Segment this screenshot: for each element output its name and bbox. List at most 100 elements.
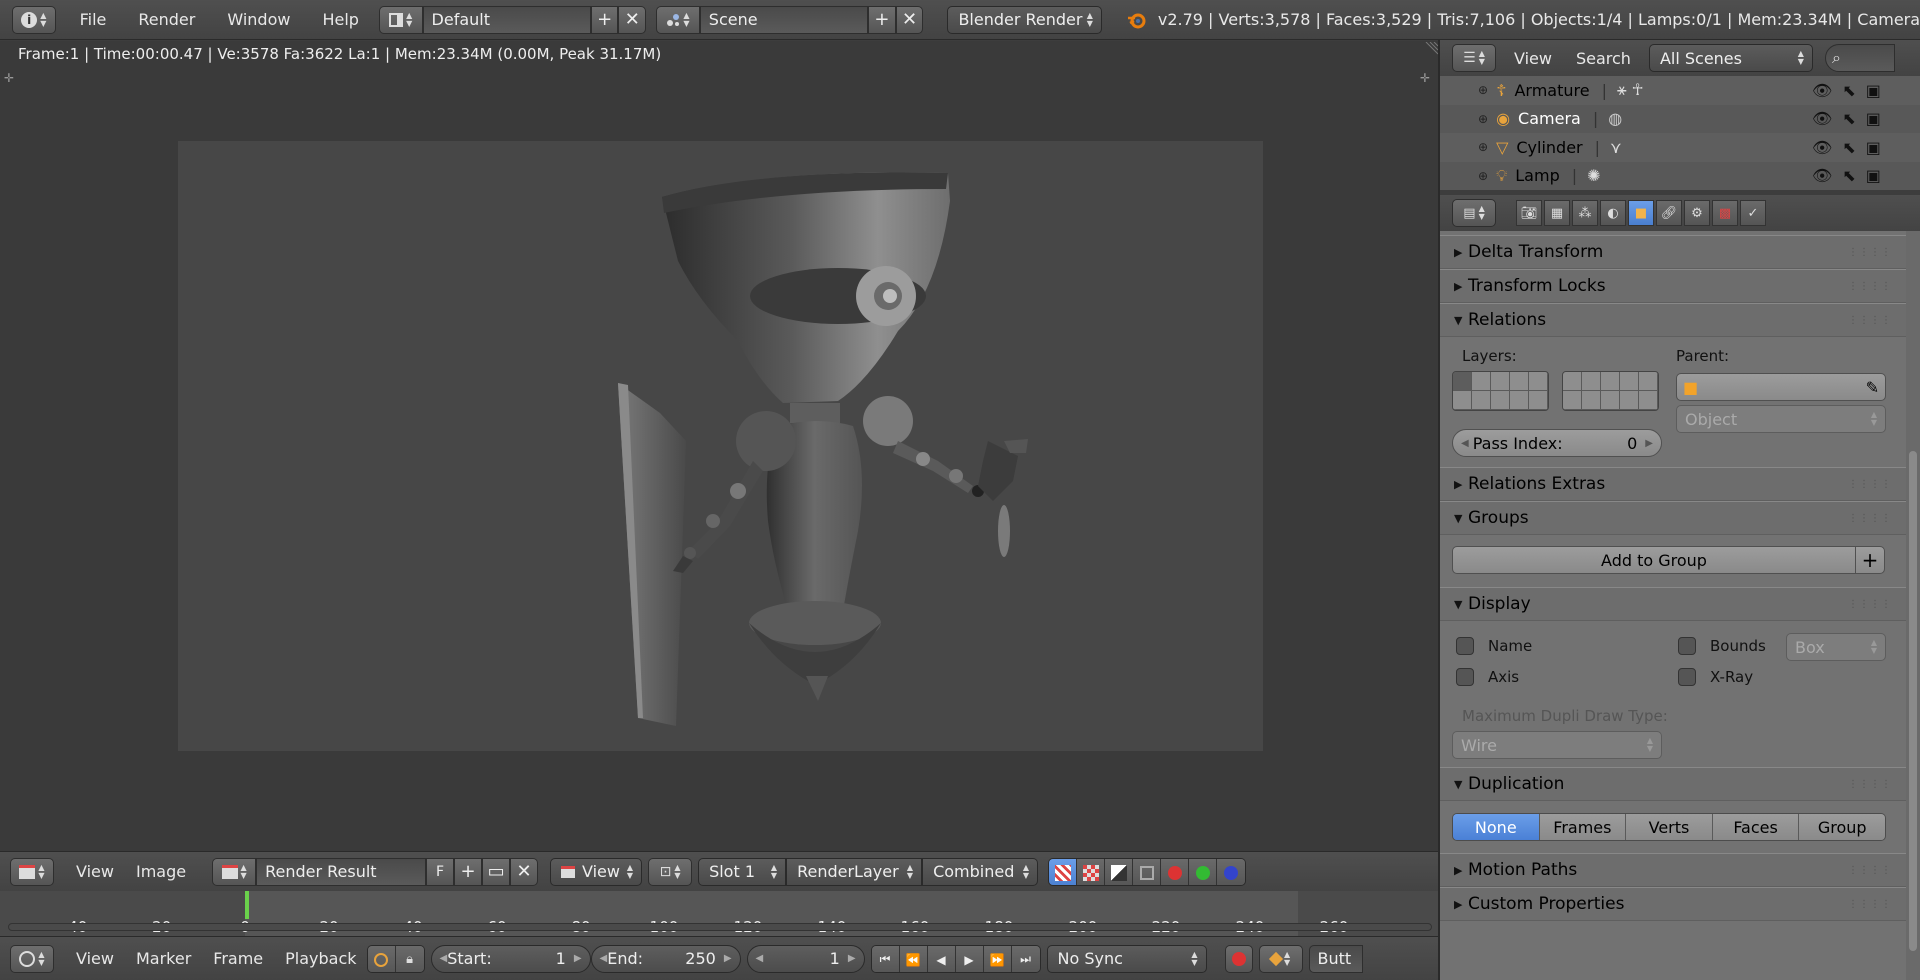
sync-mode-dropdown[interactable]: No Sync ▲ ▼: [1046, 944, 1207, 973]
panel-display[interactable]: ▼ Display ⋮⋮⋮⋮: [1440, 587, 1906, 621]
jump-end-button[interactable]: ⏭: [1011, 945, 1040, 972]
render-camera-icon[interactable]: ▣: [1866, 109, 1881, 128]
menu-playback[interactable]: Playback: [285, 949, 360, 968]
timeline-area[interactable]: -40 -20 0 20 40 60 80 100 120 140 160 18…: [0, 891, 1438, 936]
editor-type-button[interactable]: ▤ ▲ ▼: [1452, 199, 1496, 227]
outliner-item-label[interactable]: Camera: [1518, 109, 1581, 128]
tab-modifiers[interactable]: ⚙: [1684, 200, 1710, 226]
eyedropper-icon[interactable]: ✎: [1866, 378, 1879, 397]
cursor-icon[interactable]: ⬉: [1842, 166, 1855, 185]
add-to-group-button[interactable]: Add to Group: [1452, 546, 1856, 574]
current-frame-field[interactable]: ◀ 1 ▶: [746, 944, 865, 973]
cursor-icon[interactable]: ⬉: [1842, 109, 1855, 128]
render-camera-icon[interactable]: ▣: [1866, 166, 1881, 185]
axis-checkbox-row[interactable]: Axis: [1456, 668, 1519, 686]
grip-icon[interactable]: ⋮⋮⋮⋮: [1848, 315, 1892, 326]
render-camera-icon[interactable]: ▣: [1866, 81, 1881, 100]
play-button[interactable]: ▶: [955, 945, 984, 972]
preview-range-button[interactable]: [367, 945, 396, 972]
axis-checkbox[interactable]: [1456, 668, 1474, 686]
lock-range-button[interactable]: 🔒︎: [395, 945, 424, 972]
start-frame-field[interactable]: ◀ Start: 1 ▶: [430, 944, 591, 973]
menu-window[interactable]: Window: [211, 10, 306, 29]
jump-start-button[interactable]: ⏮: [871, 945, 900, 972]
screen-layout-name[interactable]: Default: [422, 5, 591, 34]
name-checkbox-row[interactable]: Name: [1456, 637, 1532, 655]
play-reverse-button[interactable]: ◀: [927, 945, 956, 972]
fake-user-button[interactable]: F: [426, 857, 455, 886]
panel-custom-properties[interactable]: ▶ Custom Properties ⋮⋮⋮⋮: [1440, 887, 1906, 921]
tab-world[interactable]: ◐: [1600, 200, 1626, 226]
tab-scene[interactable]: ⁂: [1572, 200, 1598, 226]
next-keyframe-button[interactable]: ⏩: [983, 945, 1012, 972]
area-corner-hatch-icon[interactable]: [1424, 41, 1439, 55]
new-image-button[interactable]: +: [454, 857, 483, 886]
remove-scene-button[interactable]: ✕: [895, 5, 924, 34]
menu-help[interactable]: Help: [306, 10, 374, 29]
dupli-none-button[interactable]: None: [1453, 814, 1540, 840]
grip-icon[interactable]: ⋮⋮⋮⋮: [1848, 479, 1892, 490]
expand-icon[interactable]: ⊕: [1478, 83, 1488, 97]
timeline-scrollbar[interactable]: [8, 923, 1432, 931]
editor-type-button[interactable]: ☰ ▲ ▼: [1452, 44, 1496, 72]
area-split-corner-icon[interactable]: ✛: [1420, 71, 1430, 85]
end-frame-field[interactable]: ◀ End: 250 ▶: [590, 944, 741, 973]
menu-image[interactable]: Image: [136, 862, 202, 881]
pass-index-field[interactable]: ◀ Pass Index: 0 ▶: [1452, 429, 1662, 457]
grip-icon[interactable]: ⋮⋮⋮⋮: [1848, 865, 1892, 876]
menu-render[interactable]: Render: [122, 10, 211, 29]
panel-duplication[interactable]: ▼ Duplication ⋮⋮⋮⋮: [1440, 767, 1906, 801]
outliner-item-label[interactable]: Cylinder: [1516, 138, 1582, 157]
outliner-item-label[interactable]: Lamp: [1515, 166, 1559, 185]
dupli-faces-button[interactable]: Faces: [1712, 814, 1800, 840]
menu-view[interactable]: View: [60, 862, 130, 881]
bounds-checkbox[interactable]: [1678, 637, 1696, 655]
bounds-checkbox-row[interactable]: Bounds: [1678, 637, 1766, 655]
green-channel-button[interactable]: [1189, 858, 1218, 885]
render-pass-dropdown[interactable]: Combined ▲ ▼: [922, 857, 1039, 886]
grip-icon[interactable]: ⋮⋮⋮⋮: [1848, 281, 1892, 292]
eye-icon[interactable]: 👁︎: [1812, 166, 1832, 185]
xray-checkbox[interactable]: [1678, 668, 1696, 686]
slot-dropdown[interactable]: Slot 1 ▲ ▼: [698, 857, 787, 886]
menu-frame[interactable]: Frame: [213, 949, 279, 968]
outliner-item-lamp[interactable]: ⊕ 💡︎ Lamp | ✺ 👁︎ ⬉ ▣: [1440, 161, 1920, 190]
outliner-filter-dropdown[interactable]: All Scenes ▲ ▼: [1648, 44, 1813, 72]
render-engine-dropdown[interactable]: Blender Render ▲ ▼: [947, 5, 1102, 34]
editor-type-button[interactable]: i ▲ ▼: [12, 5, 56, 34]
image-editor-area[interactable]: Frame:1 | Time:00:00.47 | Ve:3578 Fa:362…: [0, 41, 1439, 851]
dupli-frames-button[interactable]: Frames: [1539, 814, 1627, 840]
scene-name[interactable]: Scene: [699, 5, 869, 34]
xray-checkbox-row[interactable]: X-Ray: [1678, 668, 1753, 686]
dupli-group-button[interactable]: Group: [1799, 814, 1885, 840]
eye-icon[interactable]: 👁︎: [1812, 109, 1832, 128]
layers-grid-right[interactable]: [1562, 371, 1659, 411]
panel-relations[interactable]: ▼ Relations ⋮⋮⋮⋮: [1440, 303, 1906, 337]
grip-icon[interactable]: ⋮⋮⋮⋮: [1848, 247, 1892, 258]
unlink-image-button[interactable]: ✕: [510, 857, 539, 886]
parent-field[interactable]: ■ ✎: [1676, 373, 1886, 401]
max-dupli-dropdown[interactable]: Wire ▲ ▼: [1452, 731, 1662, 759]
grip-icon[interactable]: ⋮⋮⋮⋮: [1848, 899, 1892, 910]
area-split-corner-icon[interactable]: ✛: [4, 71, 14, 85]
pivot-selector[interactable]: ⊡ ▲ ▼: [648, 857, 693, 886]
panel-delta-transform[interactable]: ▶ Delta Transform ⋮⋮⋮⋮: [1440, 235, 1906, 269]
panel-transform-locks[interactable]: ▶ Transform Locks ⋮⋮⋮⋮: [1440, 269, 1906, 303]
color-alpha-button[interactable]: [1049, 858, 1078, 885]
layers-grid-left[interactable]: [1452, 371, 1549, 411]
display-mode-dropdown[interactable]: View ▲ ▼: [550, 857, 643, 886]
new-group-button[interactable]: +: [1855, 546, 1885, 574]
scene-selector[interactable]: ▲ ▼: [656, 5, 700, 34]
auto-keying-button[interactable]: [1224, 944, 1253, 973]
outliner-item-label[interactable]: Armature: [1514, 81, 1589, 100]
add-scene-button[interactable]: +: [868, 5, 896, 34]
image-browse-button[interactable]: ▲ ▼: [212, 857, 257, 886]
menu-search[interactable]: Search: [1570, 49, 1637, 68]
tab-render[interactable]: 📷︎: [1516, 200, 1542, 226]
outliner-item-cylinder[interactable]: ⊕ ▽ Cylinder | ⋎ 👁︎ ⬉ ▣: [1440, 133, 1920, 162]
keying-set-field[interactable]: Butt: [1308, 944, 1363, 973]
render-camera-icon[interactable]: ▣: [1866, 138, 1881, 157]
menu-file[interactable]: File: [64, 10, 123, 29]
red-channel-button[interactable]: [1161, 858, 1190, 885]
remove-layout-button[interactable]: ✕: [618, 5, 647, 34]
